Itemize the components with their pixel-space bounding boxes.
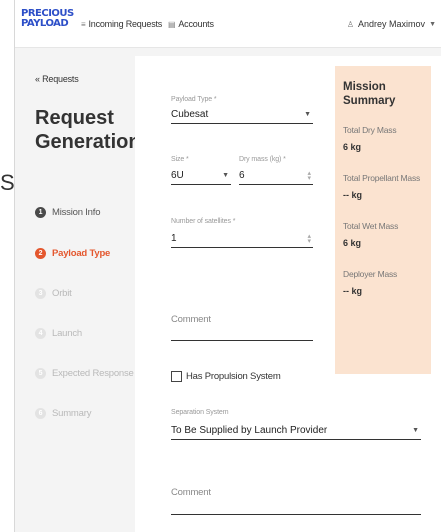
number-spinner-icon: ▴ ▾: [307, 233, 311, 245]
user-icon: ♙: [346, 19, 355, 29]
separation-system-value: To Be Supplied by Launch Provider: [171, 425, 328, 436]
nav-accounts[interactable]: ▤ Accounts: [168, 19, 214, 29]
deployer-mass-label: Deployer Mass: [343, 269, 398, 279]
step-number-icon: 1: [35, 207, 46, 218]
dry-mass-label: Dry mass (kg) *: [239, 156, 286, 163]
dry-mass-value: 6: [239, 170, 245, 181]
top-navbar: PRECIOUS PAYLOAD ≡ Incoming Requests ▤ A…: [15, 0, 441, 48]
number-of-satellites-input[interactable]: 1 ▴ ▾: [171, 231, 313, 248]
step-number-icon: 4: [35, 328, 46, 339]
step-payload-type[interactable]: 2 Payload Type: [35, 248, 110, 259]
comment-label-2: Comment: [171, 487, 211, 498]
step-number-icon: 3: [35, 288, 46, 299]
total-wet-mass-label: Total Wet Mass: [343, 221, 399, 231]
app-window: PRECIOUS PAYLOAD ≡ Incoming Requests ▤ A…: [14, 0, 441, 532]
payload-type-select[interactable]: Cubesat ▼: [171, 107, 313, 124]
step-launch[interactable]: 4 Launch: [35, 328, 82, 339]
nav-incoming-requests-label: Incoming Requests: [88, 19, 163, 29]
separation-system-label: Separation System: [171, 409, 229, 416]
mission-summary-panel: Mission Summary Total Dry Mass 6 kg Tota…: [335, 66, 431, 374]
total-dry-mass-label: Total Dry Mass: [343, 125, 397, 135]
inbox-icon: ≡: [81, 19, 86, 29]
step-expected-response[interactable]: 5 Expected Response: [35, 368, 134, 379]
step-summary[interactable]: 6 Summary: [35, 408, 91, 419]
dropdown-arrow-icon: ▼: [222, 172, 229, 179]
step-label: Expected Response: [52, 368, 134, 379]
mission-summary-title: Mission Summary: [343, 81, 396, 107]
separation-comment-field[interactable]: [171, 514, 421, 515]
number-spinner-icon: ▴ ▾: [307, 170, 311, 182]
logo[interactable]: PRECIOUS PAYLOAD: [21, 9, 74, 29]
dry-mass-input[interactable]: 6 ▴ ▾: [239, 168, 313, 185]
size-label: Size *: [171, 156, 189, 163]
step-orbit[interactable]: 3 Orbit: [35, 288, 72, 299]
step-label: Launch: [52, 328, 82, 339]
payload-type-label: Payload Type *: [171, 96, 217, 103]
total-dry-mass-value: 6 kg: [343, 142, 362, 152]
size-select[interactable]: 6U ▼: [171, 168, 231, 185]
page-title: Request Generation: [35, 107, 141, 153]
chevron-down-icon: ▼: [429, 20, 436, 28]
propulsion-checkbox[interactable]: [171, 371, 182, 382]
step-label: Summary: [52, 408, 92, 419]
logo-line-2: PAYLOAD: [21, 18, 69, 29]
dropdown-arrow-icon: ▼: [304, 111, 311, 118]
number-of-satellites-label: Number of satellites *: [171, 218, 236, 225]
deployer-mass-value: -- kg: [343, 286, 362, 296]
nav-incoming-requests[interactable]: ≡ Incoming Requests: [81, 19, 162, 29]
propulsion-checkbox-row[interactable]: Has Propulsion System: [171, 371, 281, 382]
total-propellant-mass-label: Total Propellant Mass: [343, 173, 421, 183]
dropdown-arrow-icon: ▼: [412, 427, 419, 434]
user-menu[interactable]: ♙ Andrey Maximov ▼: [347, 19, 436, 29]
payload-comment-field[interactable]: [171, 340, 313, 341]
step-label: Orbit: [52, 288, 72, 299]
payload-type-value: Cubesat: [171, 109, 209, 120]
accounts-icon: ▤: [168, 19, 176, 29]
step-number-icon: 2: [35, 248, 46, 259]
step-label: Mission Info: [52, 207, 101, 218]
step-number-icon: 5: [35, 368, 46, 379]
cropped-edge-text: S: [0, 170, 15, 195]
number-of-satellites-value: 1: [171, 233, 177, 244]
user-name: Andrey Maximov: [358, 19, 426, 29]
nav-accounts-label: Accounts: [178, 19, 214, 29]
comment-label: Comment: [171, 314, 211, 325]
total-wet-mass-value: 6 kg: [343, 238, 362, 248]
back-to-requests-link[interactable]: « Requests: [35, 74, 79, 84]
propulsion-checkbox-label: Has Propulsion System: [186, 371, 281, 382]
size-value: 6U: [171, 170, 184, 181]
separation-system-select[interactable]: To Be Supplied by Launch Provider ▼: [171, 423, 421, 440]
step-label: Payload Type: [52, 248, 111, 259]
total-propellant-mass-value: -- kg: [343, 190, 362, 200]
step-number-icon: 6: [35, 408, 46, 419]
step-mission-info[interactable]: 1 Mission Info: [35, 207, 100, 218]
